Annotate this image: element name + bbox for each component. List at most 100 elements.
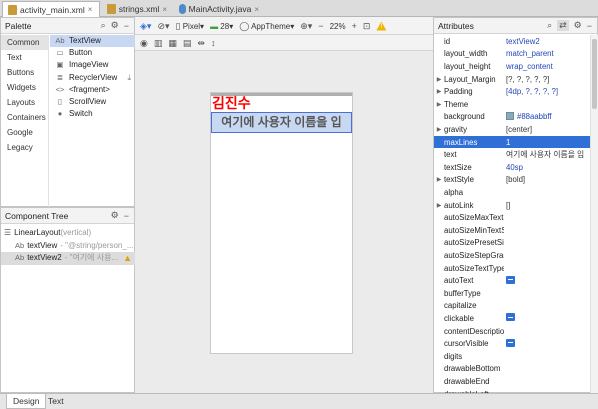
attr-value[interactable]: 1	[504, 138, 586, 147]
widget-button[interactable]: ▭ Button	[50, 47, 135, 59]
attr-row-gravity[interactable]: ▶ gravity [center]	[434, 123, 590, 136]
search-icon[interactable]: ⌕	[101, 20, 106, 31]
attr-row-drawable-bottom[interactable]: drawableBottom	[434, 363, 590, 376]
attr-row-drawable-end[interactable]: drawableEnd	[434, 375, 590, 388]
attr-row-layout-width[interactable]: layout_width match_parent	[434, 48, 590, 61]
tab-strings[interactable]: strings.xml ×	[102, 1, 172, 17]
attr-value[interactable]: [4dp, ?, ?, ?, ?]	[504, 87, 586, 96]
minimize-icon[interactable]: −	[124, 211, 129, 221]
attr-row-autolink[interactable]: ▶ autoLink []	[434, 199, 590, 212]
expand-icon[interactable]: ▶	[434, 176, 444, 183]
scrollbar-thumb[interactable]	[592, 39, 597, 109]
widget-fragment[interactable]: <> <fragment>	[50, 84, 135, 96]
attr-row-cursor-visible[interactable]: cursorVisible	[434, 337, 590, 350]
tree-item-linearlayout[interactable]: ☰ LinearLayout (vertical)	[1, 227, 135, 240]
attr-row-theme[interactable]: ▶ Theme	[434, 98, 590, 111]
attr-value[interactable]: [bold]	[504, 175, 586, 184]
close-icon[interactable]: ×	[88, 5, 93, 14]
toggle-icon[interactable]	[506, 275, 515, 284]
category-legacy[interactable]: Legacy	[1, 140, 48, 155]
attr-value[interactable]: 40sp	[504, 163, 586, 172]
widget-scrollview[interactable]: ▯ ScrollView	[50, 96, 135, 108]
attr-row-autosize-min[interactable]: autoSizeMinTextSize	[434, 224, 590, 237]
warning-icon[interactable]: !	[376, 21, 387, 31]
language-icon[interactable]: ⊕▾	[300, 21, 312, 32]
layers-icon[interactable]: ◈▾	[140, 21, 151, 32]
widget-textview[interactable]: Ab TextView	[50, 35, 135, 48]
both-view-icon[interactable]: ▤	[183, 38, 192, 49]
expand-icon[interactable]: ▶	[434, 202, 444, 209]
attr-value[interactable]: []	[504, 201, 586, 210]
category-common[interactable]: Common	[1, 35, 48, 50]
attr-row-content-description[interactable]: contentDescription	[434, 325, 590, 338]
tab-design[interactable]: Design	[6, 394, 47, 409]
theme-selector[interactable]: ◯ AppTheme▾	[239, 21, 294, 32]
tab-activity-main[interactable]: activity_main.xml ×	[2, 1, 100, 17]
attr-row-capitalize[interactable]: capitalize	[434, 300, 590, 313]
tree-item-textview2[interactable]: Ab textView2 - "여기에 사용... ▲	[1, 252, 135, 265]
expand-icon[interactable]: ▶	[434, 88, 444, 95]
attr-value[interactable]: textView2	[504, 37, 586, 46]
expand-horizontal-icon[interactable]: ⇹	[197, 38, 205, 49]
eye-icon[interactable]: ◉	[140, 38, 148, 49]
toggle-icon[interactable]	[506, 338, 515, 347]
device-selector[interactable]: ▯ Pixel▾	[176, 21, 205, 32]
widget-recyclerview[interactable]: ≣ RecyclerView ⤓	[50, 72, 135, 84]
attr-row-autosize-step[interactable]: autoSizeStepGranularity	[434, 249, 590, 262]
attr-row-clickable[interactable]: clickable	[434, 312, 590, 325]
design-surface-icon[interactable]: ▥	[154, 38, 163, 49]
attr-row-maxlines[interactable]: maxLines 1	[434, 135, 590, 149]
blueprint-icon[interactable]: ▦	[168, 38, 177, 49]
tree-item-textview[interactable]: Ab textView - "@string/person_...	[1, 240, 135, 253]
attr-row-textstyle[interactable]: ▶ textStyle [bold]	[434, 174, 590, 187]
minimize-icon[interactable]: −	[124, 21, 129, 31]
download-icon[interactable]: ⤓	[127, 72, 131, 84]
attr-value[interactable]: #88aabbff	[517, 112, 552, 121]
attr-row-padding[interactable]: ▶ Padding [4dp, ?, ?, ?, ?]	[434, 85, 590, 98]
attr-value[interactable]: [?, ?, ?, ?, ?]	[504, 75, 586, 84]
attr-value[interactable]: 여기에 사용자 이름을 입	[504, 149, 586, 160]
attributes-scrollbar[interactable]	[590, 35, 598, 393]
tab-text[interactable]: Text	[42, 394, 70, 409]
expand-icon[interactable]: ▶	[434, 76, 444, 83]
warning-icon[interactable]: ▲	[123, 252, 132, 265]
swap-view-icon[interactable]: ⇄	[557, 20, 569, 31]
widget-imageview[interactable]: ▣ ImageView	[50, 59, 135, 71]
attr-row-text[interactable]: text 여기에 사용자 이름을 입	[434, 148, 590, 161]
attr-value[interactable]: wrap_content	[504, 62, 586, 71]
preview-hint-text[interactable]: 여기에 사용자 이름을 입	[211, 112, 352, 133]
category-containers[interactable]: Containers	[1, 110, 48, 125]
close-icon[interactable]: ×	[162, 5, 167, 14]
attr-row-autosize-preset[interactable]: autoSizePresetSizes	[434, 237, 590, 250]
tab-main-activity[interactable]: MainActivity.java ×	[174, 1, 264, 17]
attr-row-textsize[interactable]: textSize 40sp	[434, 161, 590, 174]
zoom-in-button[interactable]: +	[352, 21, 357, 31]
gear-icon[interactable]: ⚙	[111, 20, 119, 31]
toggle-icon[interactable]	[506, 313, 515, 322]
attr-value[interactable]: [center]	[504, 125, 586, 134]
orientation-icon[interactable]: ⊘▾	[157, 21, 169, 32]
attr-row-background[interactable]: background #88aabbff	[434, 111, 590, 124]
category-widgets[interactable]: Widgets	[1, 80, 48, 95]
api-selector[interactable]: ▬ 28▾	[210, 22, 233, 31]
attr-row-layout-height[interactable]: layout_height wrap_content	[434, 60, 590, 73]
attr-row-autotext[interactable]: autoText	[434, 274, 590, 287]
zoom-out-button[interactable]: −	[318, 21, 323, 31]
attr-row-autosize-type[interactable]: autoSizeTextType	[434, 262, 590, 275]
category-buttons[interactable]: Buttons	[1, 65, 48, 80]
gear-icon[interactable]: ⚙	[111, 210, 119, 221]
zoom-fit-button[interactable]: ⊡	[363, 21, 371, 32]
expand-icon[interactable]: ▶	[434, 126, 444, 133]
attr-row-alpha[interactable]: alpha	[434, 186, 590, 199]
attr-row-id[interactable]: id textView2	[434, 35, 590, 48]
attr-value[interactable]: match_parent	[504, 49, 586, 58]
category-text[interactable]: Text	[1, 50, 48, 65]
color-swatch[interactable]	[506, 112, 514, 121]
widget-switch[interactable]: ● Switch	[50, 108, 135, 120]
close-icon[interactable]: ×	[254, 5, 259, 14]
preview-name-text[interactable]: 김진수	[211, 96, 352, 111]
category-google[interactable]: Google	[1, 125, 48, 140]
attr-row-layout-margin[interactable]: ▶ Layout_Margin [?, ?, ?, ?, ?]	[434, 73, 590, 86]
expand-icon[interactable]: ▶	[434, 101, 444, 108]
search-icon[interactable]: ⌕	[547, 20, 552, 31]
